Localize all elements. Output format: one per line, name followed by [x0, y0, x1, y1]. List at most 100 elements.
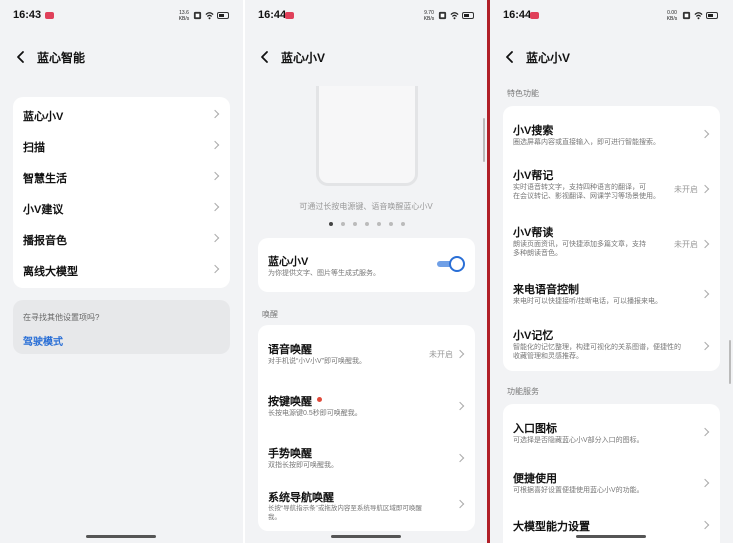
item-desc: 可根据喜好设置便捷使用蓝心小V的功能。 [513, 487, 644, 494]
app-notification-icon [530, 12, 539, 19]
status-bar: 16:44 9.70 KB/s [245, 9, 487, 23]
network-rate: 0.00 KB/s [666, 10, 678, 22]
item-title: 小V记忆 [513, 330, 554, 342]
gesture-wakeup-item[interactable]: 手势唤醒 双指长按即可唤醒我。 [258, 431, 475, 481]
back-arrow-icon[interactable] [14, 50, 28, 64]
toggle-title: 蓝心小V [268, 256, 309, 268]
battery-icon [217, 12, 229, 19]
chevron-right-icon [700, 184, 710, 194]
menu-item-lanxin-xiaov[interactable]: 蓝心小V [13, 97, 230, 128]
item-desc-line2: 收藏管理和灵感推荐。 [513, 353, 583, 360]
chevron-right-icon [700, 478, 710, 488]
home-indicator[interactable] [576, 535, 646, 538]
app-notification-icon [45, 12, 54, 19]
menu-item-label: 播报音色 [23, 235, 67, 247]
search-hint: 在寻找其他设置项吗? [23, 313, 100, 322]
toggle-desc: 为你提供文字、图片等生成式服务。 [268, 270, 380, 277]
nfc-icon [682, 11, 691, 20]
section-services-title: 功能服务 [507, 387, 539, 396]
nav-wakeup-item[interactable]: 系统导航唤醒 长按“导航指示条”或拖放内容至系统导航区域即可唤醒 我。 [258, 481, 475, 531]
new-badge-dot [317, 397, 322, 402]
item-title: 入口图标 [513, 423, 557, 435]
chevron-right-icon [455, 499, 465, 509]
chevron-right-icon [700, 129, 710, 139]
battery-icon [706, 12, 718, 19]
network-rate: 13.6 KB/s [178, 10, 190, 22]
menu-card: 蓝心小V 扫描 智慧生活 小V建议 播报音色 离线大模型 [13, 97, 230, 288]
key-wakeup-item[interactable]: 按键唤醒 长按电源键0.5秒即可唤醒我。 [258, 379, 475, 431]
menu-item-xiaov-suggest[interactable]: 小V建议 [13, 190, 230, 221]
section-wakeup-title: 唤醒 [262, 310, 278, 319]
preview-caption: 可通过长按电源键、语音唤醒蓝心小V [299, 202, 433, 211]
battery-icon [462, 12, 474, 19]
status-time: 16:43 [13, 9, 42, 21]
menu-item-label: 小V建议 [23, 204, 64, 216]
call-voice-control-item[interactable]: 来电语音控制 来电时可以快捷接听/挂断电话，可以播报来电。 [503, 267, 720, 317]
chevron-right-icon [210, 109, 220, 119]
chevron-right-icon [700, 520, 710, 530]
item-desc: 双指长按即可唤醒我。 [268, 462, 338, 469]
home-indicator[interactable] [86, 535, 156, 538]
services-card: 入口图标 可选择是否隐藏蓝心小V部分入口的图标。 便捷使用 可根据喜好设置便捷使… [503, 404, 720, 543]
item-desc: 对手机说“小V小V”即可唤醒我。 [268, 358, 366, 365]
item-status: 未开启 [674, 185, 698, 194]
item-title: 手势唤醒 [268, 448, 312, 460]
item-title: 来电语音控制 [513, 284, 579, 296]
menu-item-smart-life[interactable]: 智慧生活 [13, 159, 230, 190]
chevron-right-icon [700, 427, 710, 437]
item-desc: 智能化的记忆整理，构建可视化的关系图谱，便捷性的 [513, 344, 681, 351]
chevron-right-icon [210, 140, 220, 150]
item-desc: 来电时可以快捷接听/挂断电话，可以播报来电。 [513, 298, 662, 305]
xiaov-notes-item[interactable]: 小V帮记 实时语音转文字，支持四种语言的翻译，可 在会议转记、影视翻译、网课学习… [503, 158, 720, 215]
status-time: 16:44 [503, 9, 532, 21]
item-desc: 圈选屏幕内容或直接输入，即可进行智能搜索。 [513, 139, 660, 146]
item-desc-line2: 我。 [268, 514, 281, 521]
chevron-right-icon [700, 341, 710, 351]
item-title: 大模型能力设置 [513, 521, 590, 533]
network-rate: 9.70 KB/s [423, 10, 435, 22]
chevron-right-icon [455, 401, 465, 411]
chevron-right-icon [700, 239, 710, 249]
driving-mode-link[interactable]: 驾驶模式 [23, 333, 63, 348]
home-indicator[interactable] [331, 535, 401, 538]
item-title: 语音唤醒 [268, 344, 312, 356]
entry-icon-item[interactable]: 入口图标 可选择是否隐藏蓝心小V部分入口的图标。 [503, 404, 720, 456]
item-title: 便捷使用 [513, 473, 557, 485]
back-arrow-icon[interactable] [503, 50, 517, 64]
back-arrow-icon[interactable] [258, 50, 272, 64]
carousel-dots[interactable] [329, 222, 405, 228]
header: 蓝心小V [245, 46, 487, 68]
chevron-right-icon [210, 202, 220, 212]
item-title: 小V帮读 [513, 227, 554, 239]
item-desc: 实时语音转文字，支持四种语言的翻译，可 [513, 184, 646, 191]
menu-item-offline-model[interactable]: 离线大模型 [13, 252, 230, 283]
menu-item-label: 蓝心小V [23, 111, 64, 123]
nfc-icon [193, 11, 202, 20]
item-desc: 朗读页面资讯，可快捷添加多篇文章，支持 [513, 241, 646, 248]
menu-item-scan[interactable]: 扫描 [13, 128, 230, 159]
scrollbar[interactable] [729, 340, 731, 384]
wakeup-card: 语音唤醒 对手机说“小V小V”即可唤醒我。 未开启 按键唤醒 长按电源键0.5秒… [258, 325, 475, 531]
status-bar: 16:44 0.00 KB/s [490, 9, 733, 23]
xiaov-search-item[interactable]: 小V搜索 圈选屏幕内容或直接输入，即可进行智能搜索。 [503, 106, 720, 158]
item-status: 未开启 [429, 350, 453, 359]
settings-screen-xiaov: 16:44 9.70 KB/s 蓝心小V 可通过长按电源键、语音唤醒蓝心小V 蓝… [245, 0, 487, 543]
item-desc: 长按“导航指示条”或拖放内容至系统导航区域即可唤醒 [268, 505, 422, 512]
item-desc-line2: 在会议转记、影视翻译、网课学习等场景使用。 [513, 193, 660, 200]
voice-wakeup-item[interactable]: 语音唤醒 对手机说“小V小V”即可唤醒我。 未开启 [258, 325, 475, 379]
menu-item-label: 离线大模型 [23, 266, 78, 278]
xiaov-toggle-switch[interactable] [437, 256, 465, 272]
quick-use-item[interactable]: 便捷使用 可根据喜好设置便捷使用蓝心小V的功能。 [503, 456, 720, 508]
page-title: 蓝心小V [526, 51, 571, 65]
section-features-title: 特色功能 [507, 89, 539, 98]
page-title: 蓝心智能 [37, 51, 86, 65]
status-bar: 16:43 13.6 KB/s [0, 9, 243, 23]
menu-item-voice-tone[interactable]: 播报音色 [13, 221, 230, 252]
xiaov-reader-item[interactable]: 小V帮读 朗读页面资讯，可快捷添加多篇文章，支持 多种朗读音色。 未开启 [503, 215, 720, 267]
app-notification-icon [285, 12, 294, 19]
item-title: 小V帮记 [513, 170, 554, 182]
item-title: 系统导航唤醒 [268, 492, 334, 504]
xiaov-memory-item[interactable]: 小V记忆 智能化的记忆整理，构建可视化的关系图谱，便捷性的 收藏管理和灵感推荐。 [503, 317, 720, 371]
scrollbar[interactable] [483, 118, 485, 162]
chevron-right-icon [700, 289, 710, 299]
